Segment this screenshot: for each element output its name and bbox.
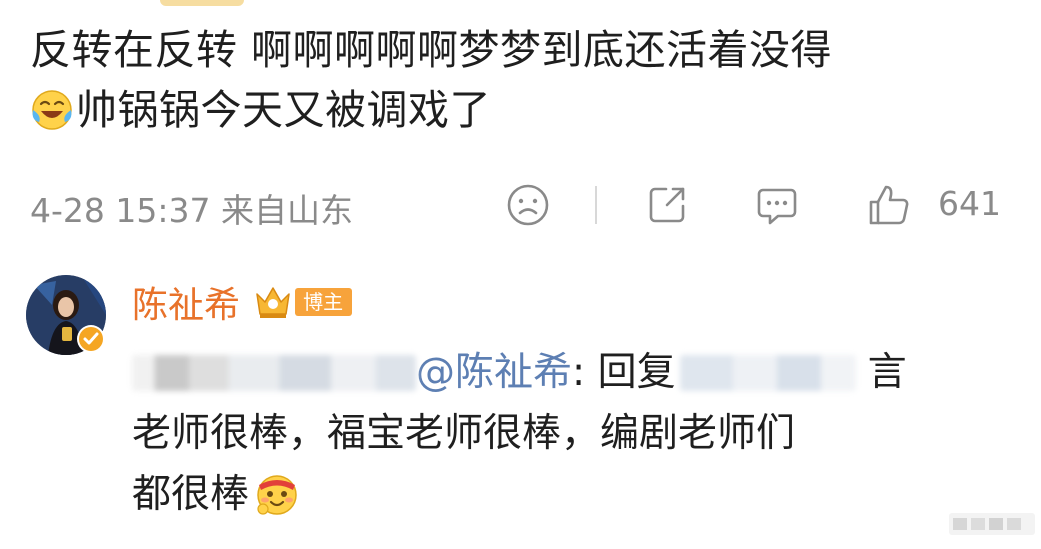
reply-line-2: 老师很棒，福宝老师很棒，编剧老师们 (132, 411, 796, 456)
reply-line-3-text: 都很棒 (132, 472, 250, 517)
crown-badge-icon (256, 287, 290, 318)
verified-icon (77, 325, 105, 353)
reply-word: 回复 (597, 350, 676, 395)
mention-link[interactable]: @陈祉希 (416, 350, 572, 395)
happy-face-icon (257, 475, 297, 515)
reply-line-1: @陈祉希: 回复 言 (132, 342, 992, 403)
post-line-2: 帅锅锅今天又被调戏了 (30, 80, 1020, 140)
thumbs-up-icon[interactable] (866, 182, 912, 228)
blogger-badge: 博主 (295, 288, 353, 316)
reply-line-3: 都很棒 (132, 464, 992, 525)
action-divider (595, 186, 597, 224)
like-count: 641 (938, 184, 1001, 223)
sad-face-icon[interactable] (505, 182, 551, 228)
top-badge-fragment (160, 0, 244, 6)
post-line-1: 反转在反转 啊啊啊啊啊梦梦到底还活着没得 (30, 26, 833, 74)
post-meta-bar: 4-28 15:37 来自山东 641 (30, 178, 1010, 230)
post-time-location: 4-28 15:37 来自山东 (30, 191, 353, 230)
reply-line-1-tail: 言 (867, 350, 907, 395)
post-body: 反转在反转 啊啊啊啊啊梦梦到底还活着没得 帅锅锅今天又被调戏了 (30, 20, 1020, 140)
comment-icon[interactable] (754, 182, 800, 228)
reply-separator: : (572, 350, 598, 395)
blurred-watermark (949, 513, 1035, 535)
comment-user-name[interactable]: 陈祉希 (132, 285, 240, 326)
laughing-tears-icon (32, 90, 72, 130)
comment-reply: @陈祉希: 回复 言 老师很棒，福宝老师很棒，编剧老师们 都很棒 (132, 342, 992, 525)
comment-header: 陈祉希 博主 (132, 276, 353, 326)
blurred-reply-target (679, 355, 856, 391)
blurred-username (132, 355, 416, 391)
post-line-2-text: 帅锅锅今天又被调戏了 (76, 86, 491, 134)
share-icon[interactable] (644, 182, 690, 228)
